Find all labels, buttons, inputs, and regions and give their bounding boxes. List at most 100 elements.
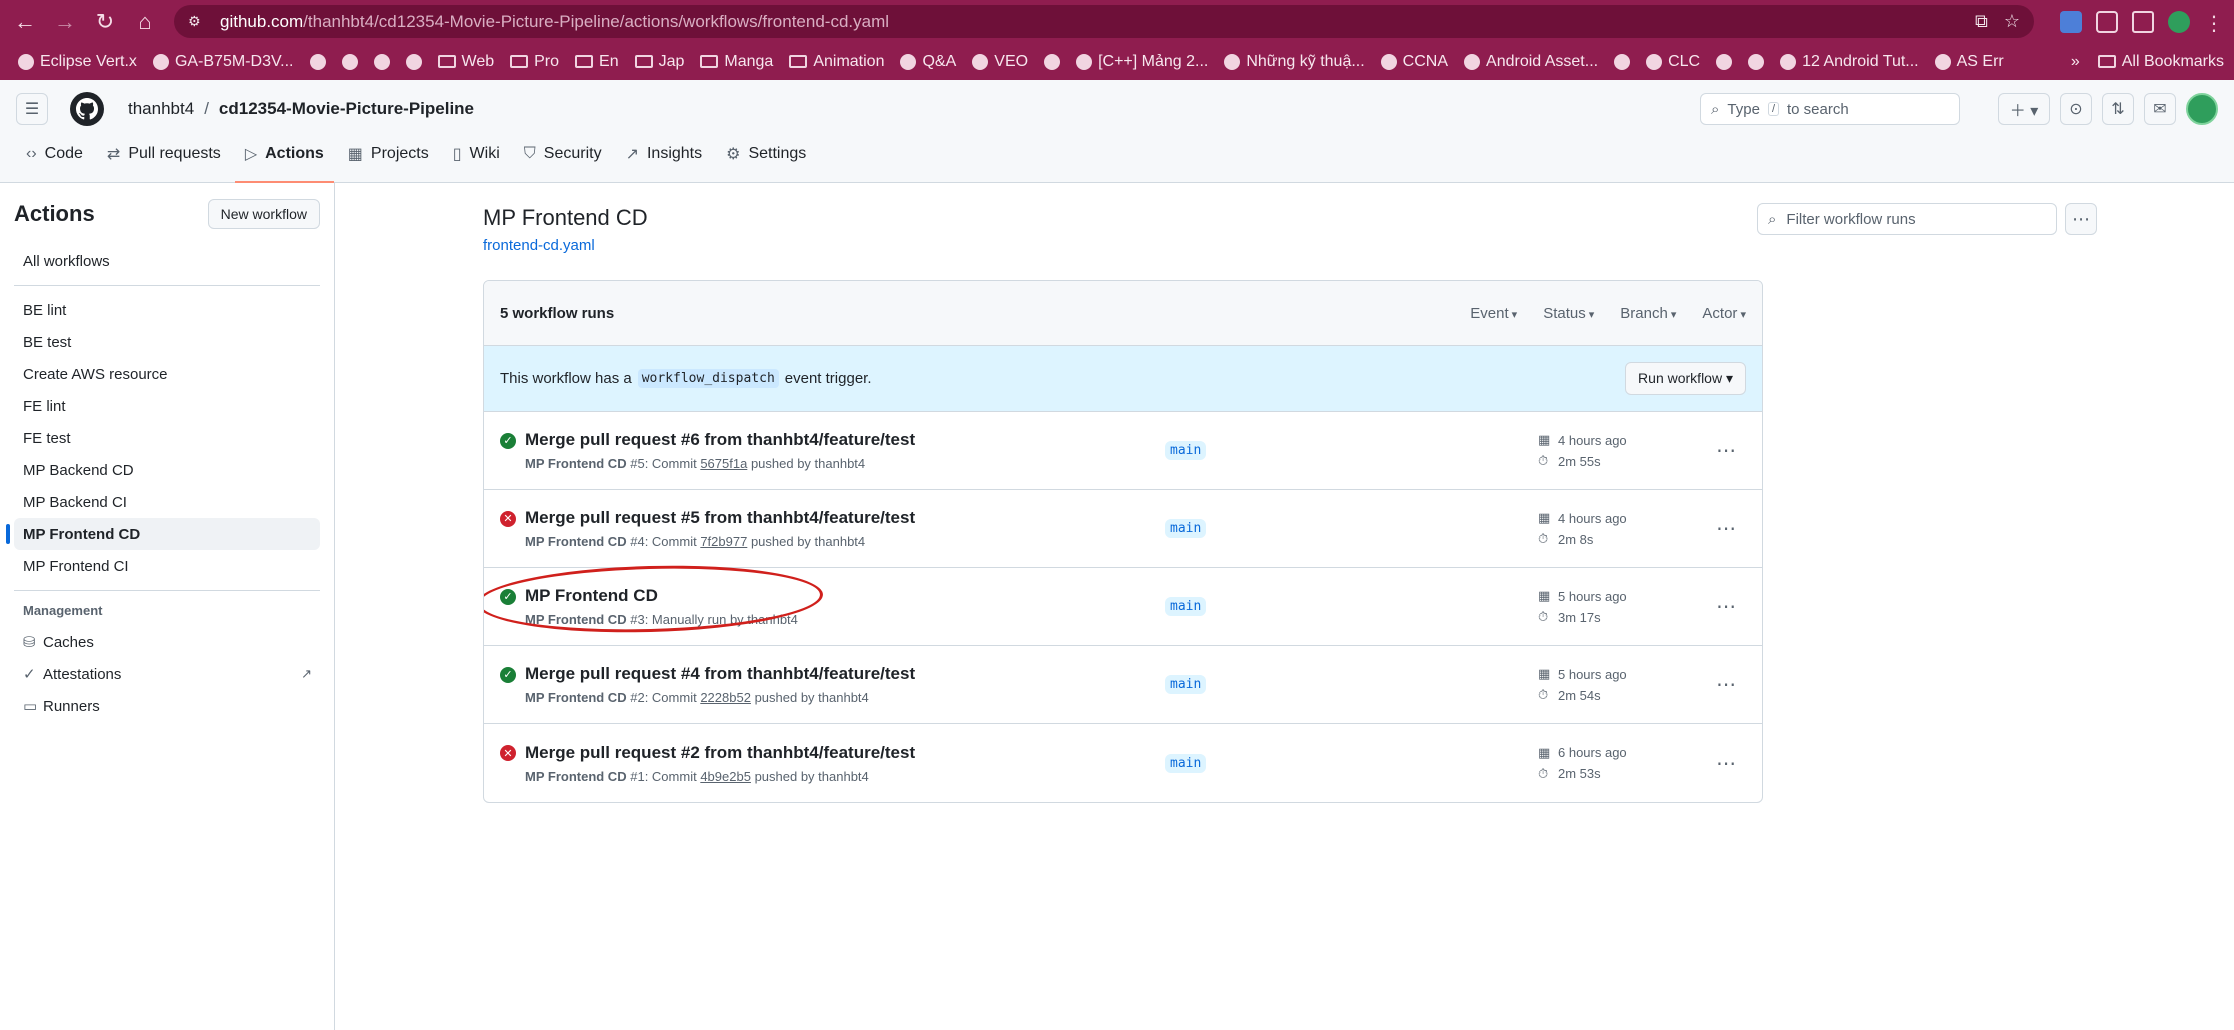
tab-pull-requests[interactable]: ⇄ Pull requests: [97, 137, 231, 182]
sidebar-item-workflow[interactable]: MP Frontend CD: [6, 518, 320, 550]
inbox-icon[interactable]: ✉: [2144, 93, 2176, 125]
commit-link[interactable]: 4b9e2b5: [700, 769, 751, 784]
sidebar-item-workflow[interactable]: BE lint: [14, 294, 320, 326]
bookmark-item[interactable]: Animation: [781, 47, 892, 77]
more-bookmarks-icon[interactable]: »: [2071, 53, 2080, 71]
bookmark-item[interactable]: 12 Android Tut...: [1772, 47, 1927, 77]
filter-event-dropdown[interactable]: Event: [1470, 305, 1517, 322]
run-more-options-icon[interactable]: ⋯: [1706, 594, 1746, 619]
bookmark-item[interactable]: Q&A: [892, 47, 964, 77]
bookmark-item[interactable]: CLC: [1638, 47, 1708, 77]
run-title[interactable]: Merge pull request #5 from thanhbt4/feat…: [525, 508, 1145, 528]
issues-icon[interactable]: ⊙: [2060, 93, 2092, 125]
bookmark-item[interactable]: VEO: [964, 47, 1036, 77]
browser-menu-icon[interactable]: ⋮: [2204, 11, 2226, 35]
bookmark-item[interactable]: [334, 47, 366, 77]
workflow-run-row[interactable]: ✕ Merge pull request #2 from thanhbt4/fea…: [484, 724, 1762, 802]
home-icon[interactable]: ⌂: [128, 5, 162, 39]
run-more-options-icon[interactable]: ⋯: [1706, 672, 1746, 697]
breadcrumb-owner[interactable]: thanhbt4: [128, 99, 194, 119]
bookmark-item[interactable]: GA-B75M-D3V...: [145, 47, 302, 77]
filter-actor-dropdown[interactable]: Actor: [1702, 305, 1746, 322]
bookmark-item[interactable]: Manga: [692, 47, 781, 77]
sidebar-item-runners[interactable]: ▭ Runners: [14, 690, 320, 722]
sidebar-item-workflow[interactable]: MP Frontend CI: [14, 550, 320, 582]
tab-projects[interactable]: ▦ Projects: [338, 137, 439, 182]
github-logo-icon[interactable]: [70, 92, 104, 126]
back-icon[interactable]: ←: [8, 5, 42, 39]
branch-badge[interactable]: main: [1165, 519, 1207, 538]
global-search-input[interactable]: ⌕ Type / to search: [1700, 93, 1960, 125]
workflow-file-link[interactable]: frontend-cd.yaml: [483, 237, 2234, 254]
bookmark-item[interactable]: Web: [430, 47, 503, 77]
commit-link[interactable]: 7f2b977: [700, 534, 747, 549]
bookmark-item[interactable]: CCNA: [1373, 47, 1456, 77]
tab-actions[interactable]: ▷ Actions: [234, 137, 334, 183]
translate-extension-icon[interactable]: [2060, 10, 2082, 33]
more-options-icon[interactable]: ⋯: [2065, 203, 2097, 235]
bookmark-item[interactable]: [C++] Mảng 2...: [1068, 47, 1216, 77]
filter-branch-dropdown[interactable]: Branch: [1620, 305, 1676, 322]
bookmark-item[interactable]: [1036, 47, 1068, 77]
branch-badge[interactable]: main: [1165, 753, 1207, 773]
bookmark-item[interactable]: Jap: [627, 47, 693, 77]
sidebar-item-workflow[interactable]: MP Backend CD: [14, 454, 320, 486]
sidebar-item-workflow[interactable]: FE lint: [14, 390, 320, 422]
bookmark-item[interactable]: [1740, 47, 1772, 77]
tab-security[interactable]: ⛉ Security: [514, 137, 612, 182]
hamburger-menu-icon[interactable]: ☰: [16, 93, 48, 125]
tab-insights[interactable]: ↗ Insights: [616, 137, 713, 182]
qr-extension-icon[interactable]: [2096, 10, 2118, 33]
sidebar-item-attestations[interactable]: ✓ Attestations ↗: [14, 658, 320, 690]
branch-badge[interactable]: main: [1165, 597, 1207, 616]
bookmark-item[interactable]: Eclipse Vert.x: [10, 47, 145, 77]
run-more-options-icon[interactable]: ⋯: [1706, 516, 1746, 541]
branch-badge[interactable]: main: [1165, 675, 1207, 694]
bookmark-item[interactable]: Pro: [502, 47, 567, 77]
bookmark-item[interactable]: En: [567, 47, 627, 77]
bookmark-item[interactable]: [398, 47, 430, 77]
bookmark-item[interactable]: [302, 47, 334, 77]
bookmark-item[interactable]: Những kỹ thuậ...: [1216, 47, 1372, 77]
sidebar-item-caches[interactable]: ⛁ Caches: [14, 626, 320, 658]
install-app-icon[interactable]: ⧉: [1975, 11, 1988, 32]
pull-requests-icon[interactable]: ⇅: [2102, 93, 2134, 125]
create-new-button[interactable]: ＋ ▾: [1998, 93, 2050, 125]
sidebar-item-workflow[interactable]: FE test: [14, 422, 320, 454]
run-title[interactable]: MP Frontend CD: [525, 586, 1145, 606]
sidebar-item-workflow[interactable]: MP Backend CI: [14, 486, 320, 518]
address-bar[interactable]: ⚙ github.com/thanhbt4/cd12354-Movie-Pict…: [174, 5, 2034, 38]
new-workflow-button[interactable]: New workflow: [207, 199, 320, 229]
tab-wiki[interactable]: ▯ Wiki: [443, 137, 510, 182]
run-more-options-icon[interactable]: ⋯: [1706, 438, 1746, 463]
breadcrumb-repo[interactable]: cd12354-Movie-Picture-Pipeline: [219, 99, 474, 119]
filter-runs-input[interactable]: ⌕ Filter workflow runs: [1757, 203, 2057, 235]
workflow-run-row[interactable]: ✕ Merge pull request #5 from thanhbt4/fea…: [484, 490, 1762, 568]
commit-link[interactable]: 2228b52: [700, 690, 751, 705]
run-title[interactable]: Merge pull request #4 from thanhbt4/feat…: [525, 664, 1145, 684]
bookmark-item[interactable]: AS Err: [1927, 47, 2012, 77]
tab-settings[interactable]: ⚙ Settings: [716, 137, 816, 182]
user-avatar[interactable]: [2186, 93, 2218, 125]
bookmark-star-icon[interactable]: ☆: [2004, 11, 2020, 32]
run-title[interactable]: Merge pull request #6 from thanhbt4/feat…: [525, 430, 1145, 450]
workflow-run-row[interactable]: ✓ Merge pull request #4 from thanhbt4/fea…: [484, 646, 1762, 724]
run-more-options-icon[interactable]: ⋯: [1706, 751, 1746, 776]
sidebar-item-workflow[interactable]: Create AWS resource: [14, 358, 320, 390]
profile-avatar[interactable]: [2168, 10, 2190, 33]
branch-badge[interactable]: main: [1165, 441, 1207, 460]
sidebar-item-all-workflows[interactable]: All workflows: [14, 245, 320, 277]
tab-code[interactable]: ‹› Code: [16, 137, 93, 182]
filter-status-dropdown[interactable]: Status: [1543, 305, 1594, 322]
bookmark-item[interactable]: [1606, 47, 1638, 77]
run-title[interactable]: Merge pull request #2 from thanhbt4/feat…: [525, 743, 1145, 763]
site-info-icon[interactable]: ⚙: [188, 13, 206, 31]
forward-icon[interactable]: →: [48, 5, 82, 39]
bookmark-item[interactable]: [366, 47, 398, 77]
run-workflow-button[interactable]: Run workflow ▾: [1625, 362, 1746, 395]
commit-link[interactable]: 5675f1a: [700, 456, 747, 471]
workflow-run-row[interactable]: ✓ Merge pull request #6 from thanhbt4/fea…: [484, 412, 1762, 490]
extensions-icon[interactable]: [2132, 10, 2154, 33]
all-bookmarks-folder[interactable]: All Bookmarks: [2097, 53, 2224, 71]
sidebar-item-workflow[interactable]: BE test: [14, 326, 320, 358]
